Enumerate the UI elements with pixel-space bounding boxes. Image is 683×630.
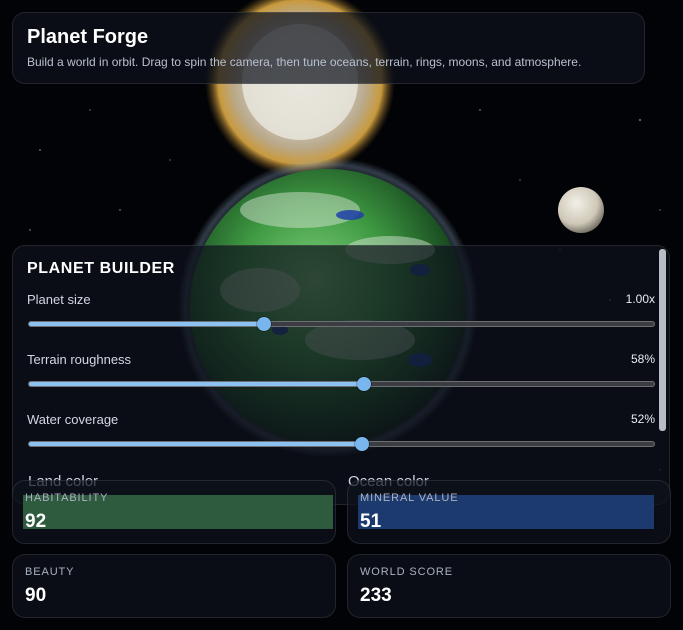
beauty-label: BEAUTY bbox=[25, 566, 75, 578]
header-card: Planet Forge Build a world in orbit. Dra… bbox=[12, 12, 645, 84]
slider-fill bbox=[29, 322, 264, 326]
terrain-roughness-label: Terrain roughness bbox=[27, 352, 132, 367]
slider-thumb[interactable] bbox=[257, 317, 271, 331]
slider-thumb[interactable] bbox=[355, 437, 370, 451]
water-coverage-value: 52% bbox=[630, 412, 655, 426]
planet-size-label: Planet size bbox=[27, 292, 91, 307]
planet-size-slider[interactable] bbox=[28, 317, 655, 331]
slider-thumb[interactable] bbox=[357, 377, 371, 391]
mineral-value-label: MINERAL VALUE bbox=[360, 492, 459, 504]
water-coverage-slider[interactable] bbox=[28, 437, 655, 451]
planet-size-control: Planet size 1.00x bbox=[27, 292, 655, 352]
water-coverage-label: Water coverage bbox=[27, 412, 119, 427]
moon bbox=[558, 187, 604, 233]
world-score-label: WORLD SCORE bbox=[360, 566, 454, 578]
slider-fill bbox=[29, 382, 364, 386]
terrain-roughness-slider[interactable] bbox=[28, 377, 655, 391]
planet-builder-panel: PLANET BUILDER Planet size 1.00x Terrain… bbox=[12, 245, 670, 505]
builder-title: PLANET BUILDER bbox=[27, 260, 175, 277]
beauty-stat: BEAUTY 90 bbox=[12, 554, 336, 618]
world-score-stat: WORLD SCORE 233 bbox=[347, 554, 671, 618]
terrain-roughness-control: Terrain roughness 58% bbox=[27, 352, 655, 412]
terrain-roughness-value: 58% bbox=[630, 352, 655, 366]
habitability-stat: HABITABILITY 92 bbox=[12, 480, 336, 544]
page-subtitle: Build a world in orbit. Drag to spin the… bbox=[27, 55, 582, 69]
page-title: Planet Forge bbox=[27, 26, 149, 48]
water-coverage-control: Water coverage 52% bbox=[27, 412, 655, 472]
planet-size-value: 1.00x bbox=[625, 292, 655, 306]
mineral-value-stat: MINERAL VALUE 51 bbox=[347, 480, 671, 544]
slider-fill bbox=[29, 442, 363, 446]
beauty-value: 90 bbox=[25, 585, 47, 606]
world-score-value: 233 bbox=[360, 585, 392, 606]
builder-scrollbar[interactable] bbox=[659, 249, 666, 431]
habitability-label: HABITABILITY bbox=[25, 492, 109, 504]
habitability-value: 92 bbox=[25, 511, 47, 532]
mineral-value-value: 51 bbox=[360, 511, 382, 532]
